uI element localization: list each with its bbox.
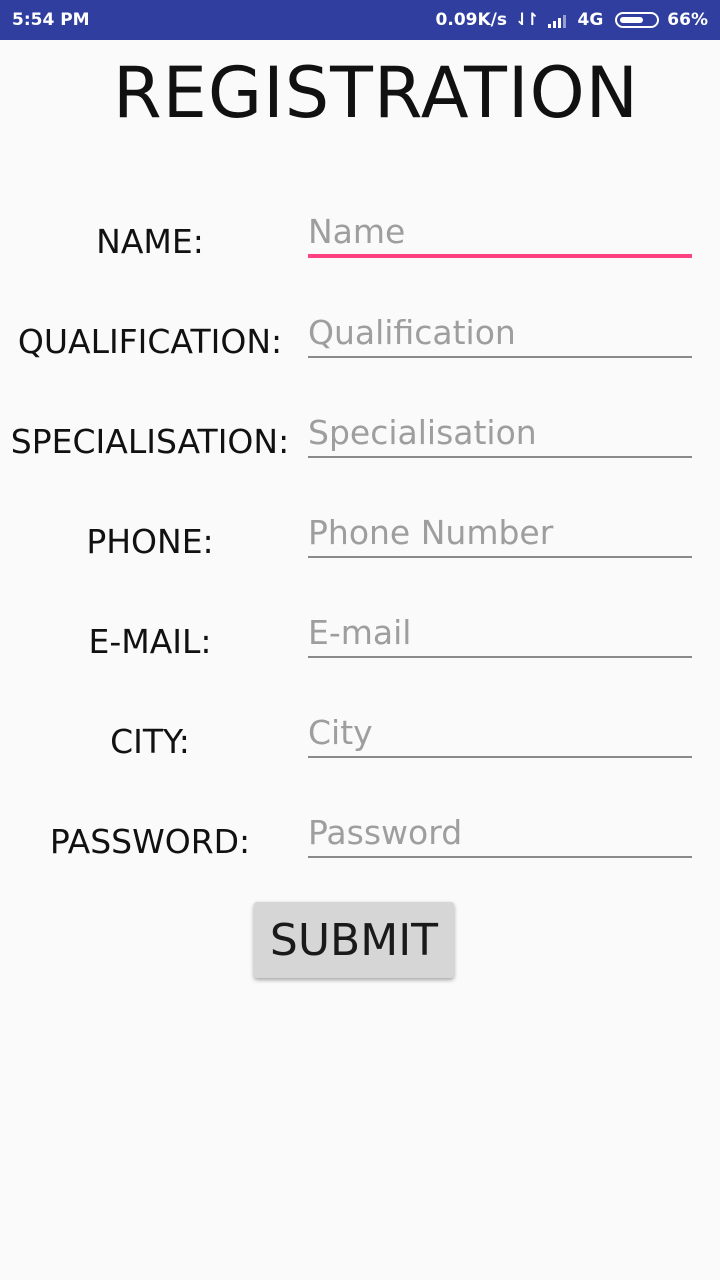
specialisation-input[interactable] — [308, 408, 692, 458]
form-row-password: PASSWORD: — [0, 804, 720, 904]
data-arrows-icon: ⇃↾ — [515, 10, 539, 30]
signal-icon — [547, 12, 570, 28]
form-row-phone: PHONE: — [0, 504, 720, 604]
battery-icon — [615, 12, 660, 28]
network-speed: 0.09K/s — [435, 10, 507, 30]
form-row-qualification: QUALIFICATION: — [0, 304, 720, 404]
battery-fill — [620, 17, 643, 23]
specialisation-label: SPECIALISATION: — [10, 422, 290, 461]
battery-percent: 66% — [667, 10, 708, 30]
phone-label: PHONE: — [86, 522, 214, 561]
name-input[interactable] — [308, 208, 692, 258]
qualification-label: QUALIFICATION: — [17, 322, 283, 361]
submit-button[interactable]: SUBMIT — [254, 902, 454, 978]
password-input[interactable] — [308, 808, 692, 858]
status-indicators: 0.09K/s ⇃↾ 4G 66% — [436, 10, 708, 30]
name-label: NAME: — [96, 222, 204, 261]
city-input[interactable] — [308, 708, 692, 758]
email-label: E-MAIL: — [88, 622, 212, 661]
form-row-city: CITY: — [0, 704, 720, 804]
password-label: PASSWORD: — [49, 822, 251, 861]
form-row-email: E-MAIL: — [0, 604, 720, 704]
phone-input[interactable] — [308, 508, 692, 558]
city-label: CITY: — [110, 722, 190, 761]
page-title: REGISTRATION — [112, 52, 640, 134]
status-bar: 5:54 PM 0.09K/s ⇃↾ 4G 66% — [0, 0, 720, 40]
qualification-input[interactable] — [308, 308, 692, 358]
network-type: 4G — [577, 10, 604, 30]
email-input[interactable] — [308, 608, 692, 658]
form-row-specialisation: SPECIALISATION: — [0, 404, 720, 504]
form-row-name: NAME: — [0, 204, 720, 304]
status-time: 5:54 PM — [12, 10, 90, 30]
